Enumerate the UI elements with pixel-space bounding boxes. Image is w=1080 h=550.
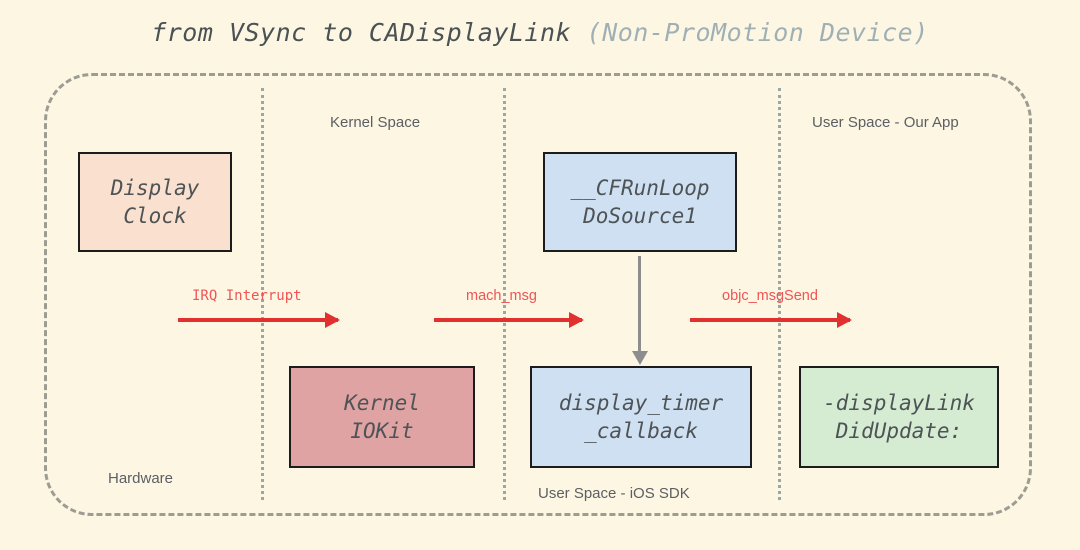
arrow-cfrunloop-to-display-timer — [638, 256, 641, 352]
zone-label-kernel-space: Kernel Space — [330, 114, 421, 131]
node-displaylink-line1: -displayLink — [823, 390, 975, 415]
node-display-timer-callback: display_timer _callback — [530, 366, 752, 468]
node-kernel-iokit-line2: IOKit — [350, 419, 414, 443]
node-cfrunloop-dosource1: __CFRunLoop DoSource1 — [543, 152, 737, 252]
arrow-label-mach-msg: mach_msg — [466, 288, 537, 304]
node-cfrunloop-line2: DoSource1 — [583, 204, 697, 228]
node-display-clock-line2: Clock — [123, 204, 187, 228]
node-display-timer-line2: _callback — [584, 419, 698, 443]
arrow-objc-msgsend — [690, 318, 850, 322]
zone-label-user-space-ios-sdk: User Space - iOS SDK — [538, 485, 690, 502]
node-kernel-iokit-line1: Kernel — [344, 390, 420, 415]
page-title-main: from VSync to CADisplayLink — [151, 18, 587, 47]
arrow-mach-msg — [434, 318, 582, 322]
page-title-qualifier: (Non-ProMotion Device) — [586, 18, 929, 47]
arrow-label-objc-msgsend: objc_msgSend — [722, 288, 818, 304]
node-display-clock-line1: Display — [110, 175, 200, 200]
zone-label-hardware: Hardware — [108, 470, 174, 487]
node-display-clock: Display Clock — [78, 152, 232, 252]
node-kernel-iokit: Kernel IOKit — [289, 366, 475, 468]
node-displaylink-did-update: -displayLink DidUpdate: — [799, 366, 999, 468]
node-cfrunloop-line1: __CFRunLoop — [570, 175, 710, 200]
page-title: from VSync to CADisplayLink (Non-ProMoti… — [0, 18, 1080, 47]
arrow-irq-interrupt — [178, 318, 338, 322]
node-displaylink-line2: DidUpdate: — [835, 419, 963, 443]
arrow-label-irq-interrupt: IRQ Interrupt — [192, 288, 302, 304]
node-display-timer-line1: display_timer — [558, 390, 724, 415]
diagram-canvas: from VSync to CADisplayLink (Non-ProMoti… — [0, 0, 1080, 550]
zone-label-user-space-our-app: User Space - Our App — [812, 114, 959, 131]
